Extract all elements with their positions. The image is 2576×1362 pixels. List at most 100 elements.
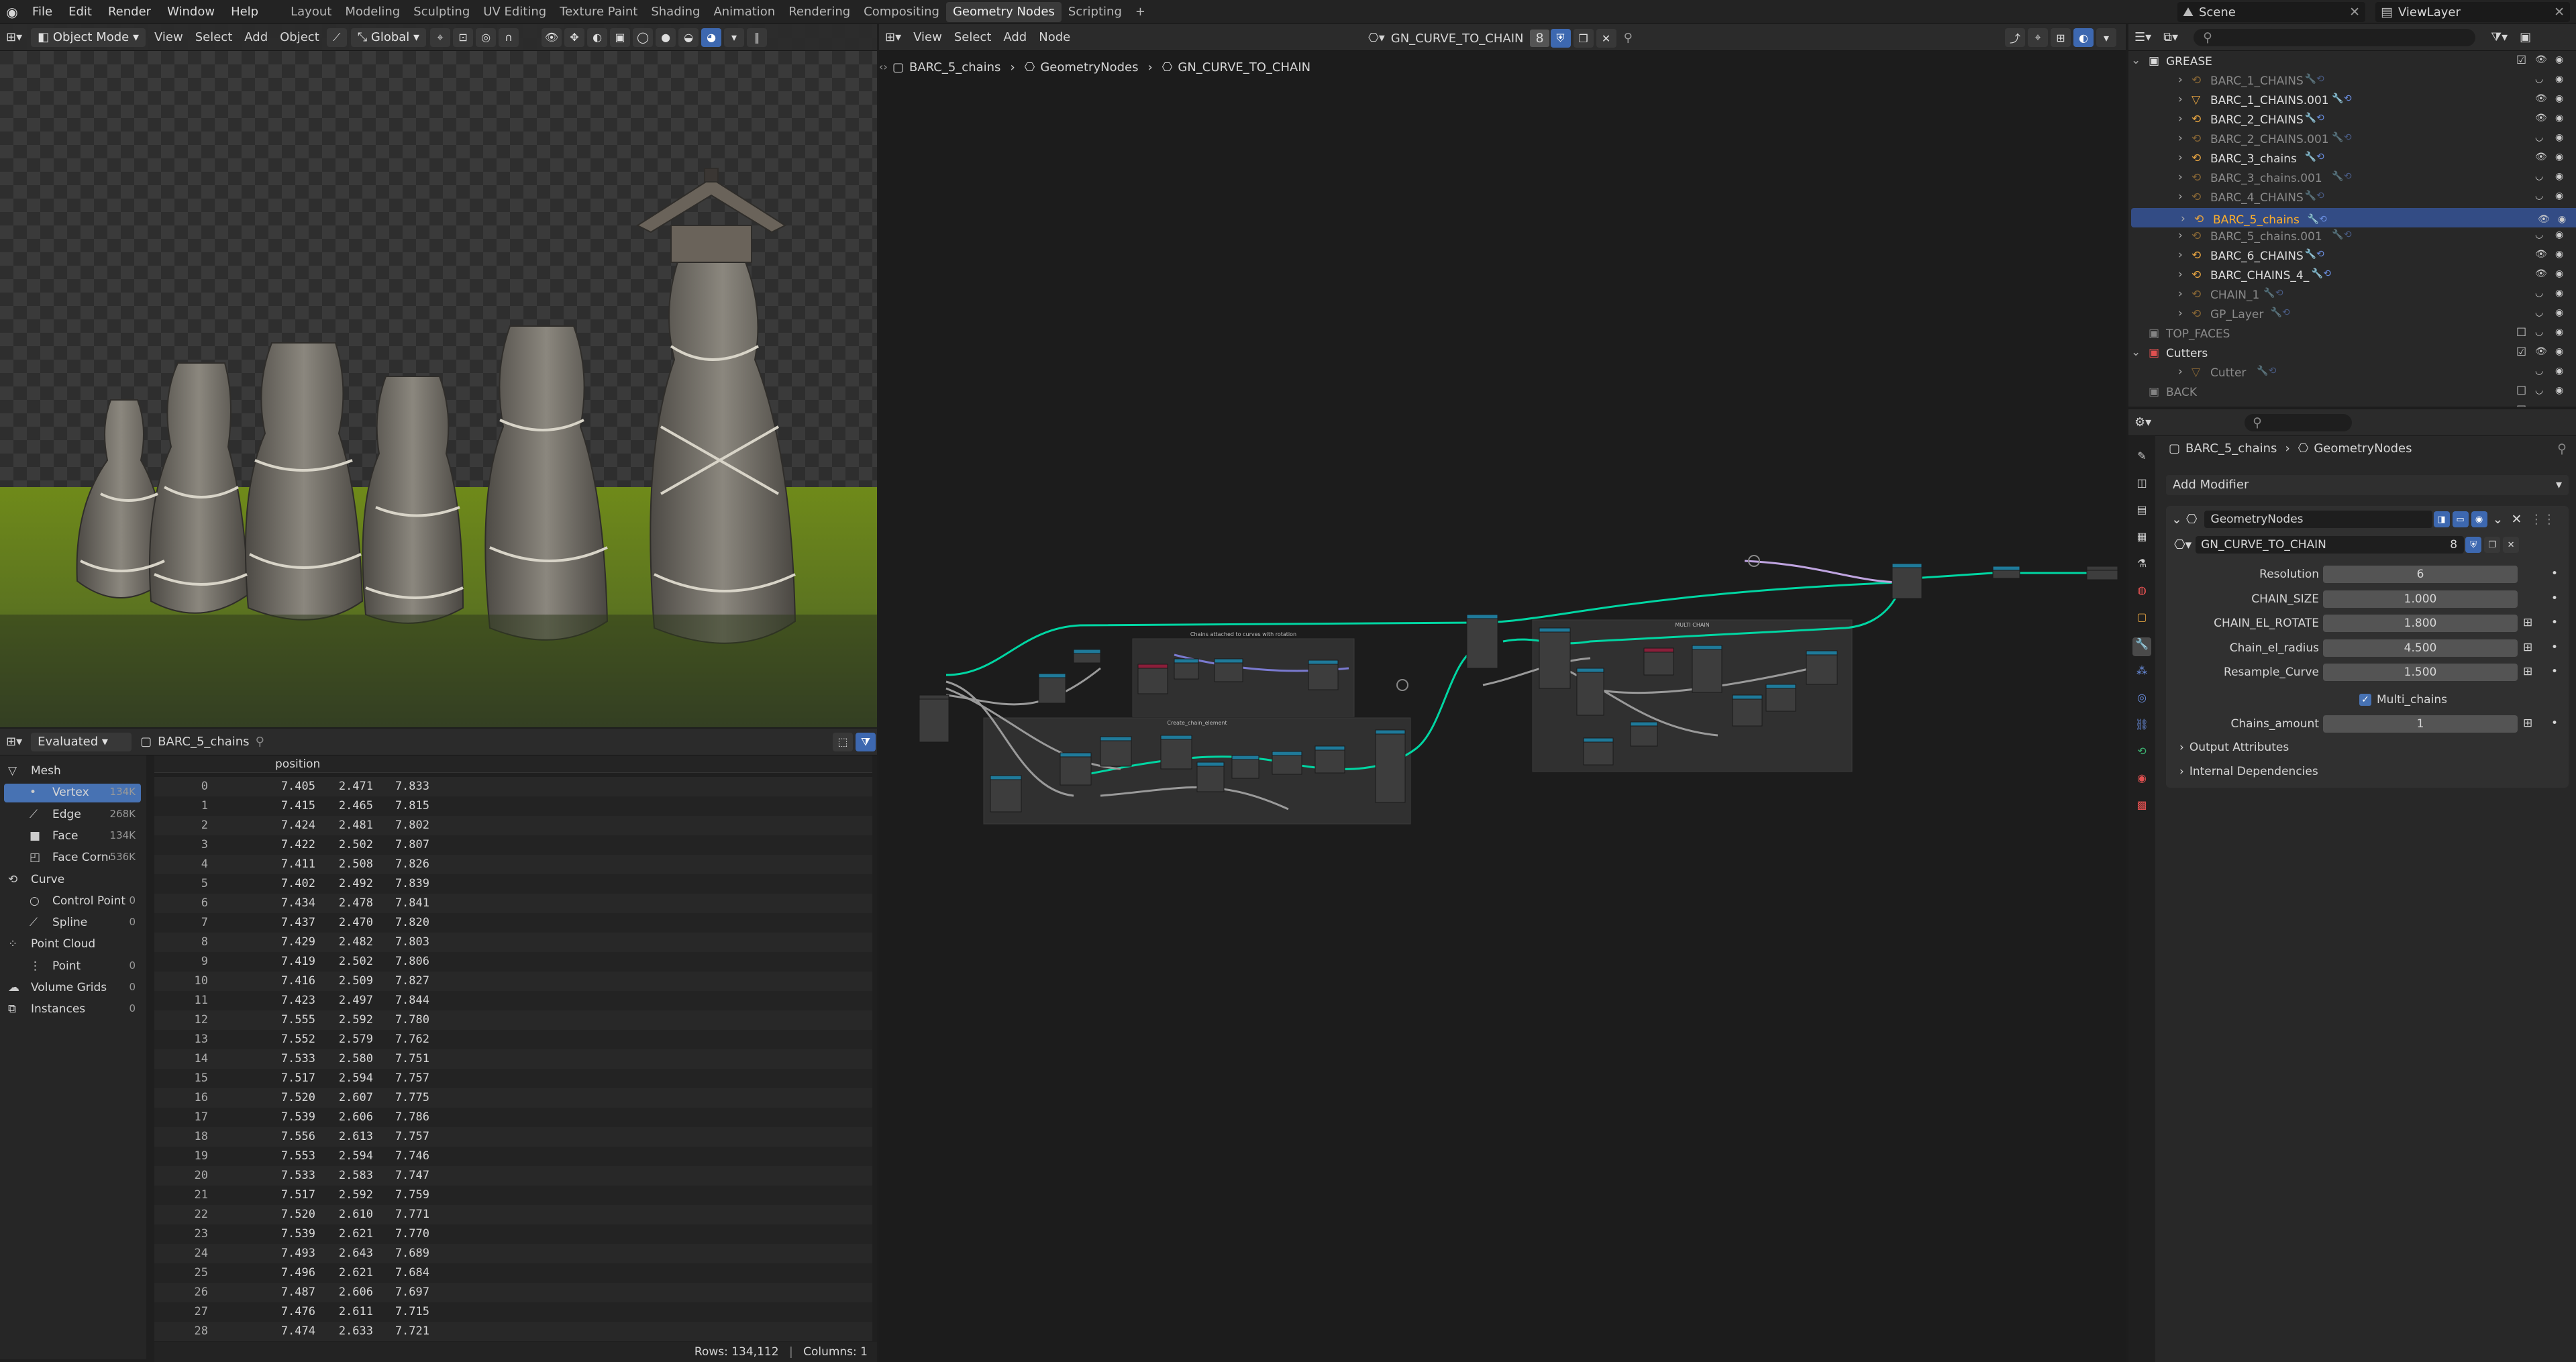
visibility-icon[interactable]: 👁	[542, 28, 562, 47]
workspace-tab-rendering[interactable]: Rendering	[782, 2, 857, 22]
tree-item[interactable]: • Vertex 134K	[4, 784, 141, 803]
visibility-eye-icon[interactable]: ◡	[2535, 229, 2543, 240]
outliner-item[interactable]: › ⟲ BARC_4_CHAINS 🔧⟲ ◡ ◉	[2128, 189, 2576, 208]
expand-chevron-icon[interactable]: ›	[2178, 170, 2183, 184]
input-value-field[interactable]: 6	[2323, 566, 2518, 583]
tree-item[interactable]: ○ Control Point 0	[4, 892, 141, 911]
modifier-icon[interactable]: 🔧⟲	[2257, 366, 2276, 376]
viewport-menu-add[interactable]: Add	[238, 28, 274, 48]
fake-user-icon[interactable]: ⛨	[2465, 537, 2482, 553]
render-camera-icon[interactable]: ◉	[2555, 113, 2563, 123]
expand-chevron-icon[interactable]: ›	[2178, 132, 2183, 145]
visibility-eye-icon[interactable]: 👁	[2535, 152, 2547, 162]
xray-icon[interactable]: ▣	[610, 28, 631, 47]
panel-internal-dependencies[interactable]: › Internal Dependencies	[2179, 765, 2318, 778]
modifier-icon[interactable]: 🔧⟲	[2332, 171, 2351, 182]
workspace-tab-scripting[interactable]: Scripting	[1062, 2, 1129, 22]
expand-chevron-icon[interactable]: ›	[2178, 73, 2183, 87]
outliner-item[interactable]: ▣ TOP ☐ ◡ ◉	[2128, 403, 2576, 407]
modifier-icon[interactable]: 🔧⟲	[2332, 93, 2351, 104]
add-workspace-button[interactable]: +	[1129, 2, 1152, 22]
workspace-tab-sculpting[interactable]: Sculpting	[407, 2, 476, 22]
world-tab-icon[interactable]: ◍	[2132, 584, 2151, 603]
editor-type-icon[interactable]: ⊞▾	[0, 28, 28, 48]
render-camera-icon[interactable]: ◉	[2555, 191, 2563, 201]
dropdown-icon[interactable]: ⌄	[2493, 512, 2504, 527]
input-value-field[interactable]: 1.000	[2323, 590, 2518, 608]
selected-only-icon[interactable]: ⬚	[833, 732, 853, 751]
visibility-eye-icon[interactable]: 👁	[2535, 113, 2547, 123]
material-shading-icon[interactable]: ◒	[678, 28, 699, 47]
workspace-tab-uv-editing[interactable]: UV Editing	[476, 2, 553, 22]
menu-render[interactable]: Render	[100, 0, 159, 24]
add-modifier-button[interactable]: Add Modifier ▾	[2166, 475, 2569, 495]
exclude-checkbox[interactable]: ☑	[2516, 54, 2526, 67]
editor-type-icon[interactable]: ☰▾	[2128, 28, 2157, 48]
input-value-field[interactable]: 1.500	[2323, 664, 2518, 681]
expand-chevron-icon[interactable]: ›	[2178, 190, 2183, 203]
outliner-item[interactable]: › ⟲ CHAIN_1 🔧⟲ ◡ ◉	[2128, 286, 2576, 305]
transform-pivot-icon[interactable]: ⟋	[326, 28, 347, 47]
tree-item[interactable]: ⟲ Curve	[4, 871, 141, 890]
viewport-toggle-icon[interactable]: ▭	[2452, 511, 2469, 527]
outliner-item[interactable]: › ⟲ BARC_5_chains 🔧⟲ 👁 ◉	[2131, 208, 2576, 227]
outliner-item[interactable]: › ⟲ BARC_CHAINS_4_ 🔧⟲ 👁 ◉	[2128, 266, 2576, 286]
outliner-item[interactable]: › ⟲ BARC_6_CHAINS 🔧⟲ 👁 ◉	[2128, 247, 2576, 266]
mode-selector[interactable]: ◧ Object Mode ▾	[31, 28, 146, 47]
filter-icon[interactable]: ⧩	[856, 732, 876, 751]
expand-chevron-icon[interactable]: ›	[2178, 248, 2183, 262]
snap-target-icon[interactable]: ⊡	[453, 28, 474, 47]
render-camera-icon[interactable]: ◉	[2555, 307, 2563, 318]
outliner-item[interactable]: › ⟲ BARC_2_CHAINS 🔧⟲ 👁 ◉	[2128, 111, 2576, 130]
render-tab-icon[interactable]: ◫	[2132, 476, 2151, 495]
tree-item[interactable]: ▽ Mesh	[4, 762, 141, 781]
modifier-icon[interactable]: 🔧⟲	[2305, 113, 2324, 123]
visibility-eye-icon[interactable]: 👁	[2535, 346, 2547, 357]
viewlayer-close-icon[interactable]: ✕	[2554, 5, 2565, 19]
constraints-tab-icon[interactable]: ⛓	[2132, 718, 2151, 737]
wireframe-shading-icon[interactable]: ◯	[633, 28, 654, 47]
render-camera-icon[interactable]: ◉	[2555, 54, 2563, 65]
data-tab-icon[interactable]: ⟲	[2132, 745, 2151, 764]
outliner-item[interactable]: › ⟲ BARC_1_CHAINS 🔧⟲ ◡ ◉	[2128, 72, 2576, 91]
render-camera-icon[interactable]: ◉	[2555, 268, 2563, 279]
visibility-eye-icon[interactable]: ◡	[2535, 366, 2543, 376]
expand-chevron-icon[interactable]: ⌄	[2131, 54, 2141, 67]
3d-viewport[interactable]: ⊞▾ ◧ Object Mode ▾ View Select Add Objec…	[0, 24, 877, 727]
pin-icon[interactable]: ⚲	[2557, 441, 2567, 456]
visibility-eye-icon[interactable]: 👁	[2535, 249, 2547, 260]
output-tab-icon[interactable]: ▤	[2132, 503, 2151, 522]
visibility-eye-icon[interactable]: ◡	[2535, 191, 2543, 201]
modifier-icon[interactable]: 🔧⟲	[2332, 229, 2351, 240]
tree-item[interactable]: ■ Face 134K	[4, 827, 141, 846]
exclude-checkbox[interactable]: ☐	[2516, 326, 2526, 339]
input-value-field[interactable]: 1.800	[2323, 615, 2518, 632]
visibility-eye-icon[interactable]: ◡	[2535, 405, 2543, 407]
modifier-icon[interactable]: 🔧⟲	[2332, 132, 2351, 143]
visibility-eye-icon[interactable]: 👁	[2538, 210, 2550, 229]
visibility-eye-icon[interactable]: ◡	[2535, 132, 2543, 143]
menu-window[interactable]: Window	[159, 0, 223, 24]
render-camera-icon[interactable]: ◉	[2558, 210, 2566, 229]
modifier-icon[interactable]: 🔧⟲	[2305, 74, 2324, 85]
outliner-item[interactable]: ▣ TOP_FACES ☐ ◡ ◉	[2128, 325, 2576, 344]
keyframe-dot-icon[interactable]: •	[2551, 567, 2558, 580]
modifier-icon[interactable]: 🔧⟲	[2312, 268, 2331, 279]
attribute-toggle-icon[interactable]: ⊞	[2523, 665, 2532, 678]
tree-item[interactable]: ⟋ Spline 0	[4, 914, 141, 933]
render-camera-icon[interactable]: ◉	[2555, 74, 2563, 85]
node-editor[interactable]: ⊞▾ View Select Add Node ⎔▾ GN_CURVE_TO_C…	[879, 24, 2126, 1362]
outliner-item[interactable]: ▣ BACK ☐ ◡ ◉	[2128, 383, 2576, 403]
outliner-item[interactable]: › ⟲ BARC_3_chains.001 🔧⟲ ◡ ◉	[2128, 169, 2576, 189]
expand-chevron-icon[interactable]: ›	[2178, 307, 2183, 320]
exclude-checkbox[interactable]: ☐	[2516, 384, 2526, 398]
chains-amount-field[interactable]: 1	[2323, 715, 2518, 733]
visibility-eye-icon[interactable]: 👁	[2535, 54, 2547, 65]
expand-chevron-icon[interactable]: ›	[2178, 112, 2183, 125]
expand-chevron-icon[interactable]: ›	[2178, 287, 2183, 301]
visibility-eye-icon[interactable]: 👁	[2535, 268, 2547, 279]
visibility-eye-icon[interactable]: ◡	[2535, 288, 2543, 299]
editor-type-icon[interactable]: ⚙▾	[2128, 413, 2157, 433]
duplicate-icon[interactable]: ❐	[2484, 537, 2501, 553]
rendered-shading-icon[interactable]: ◕	[701, 28, 722, 47]
